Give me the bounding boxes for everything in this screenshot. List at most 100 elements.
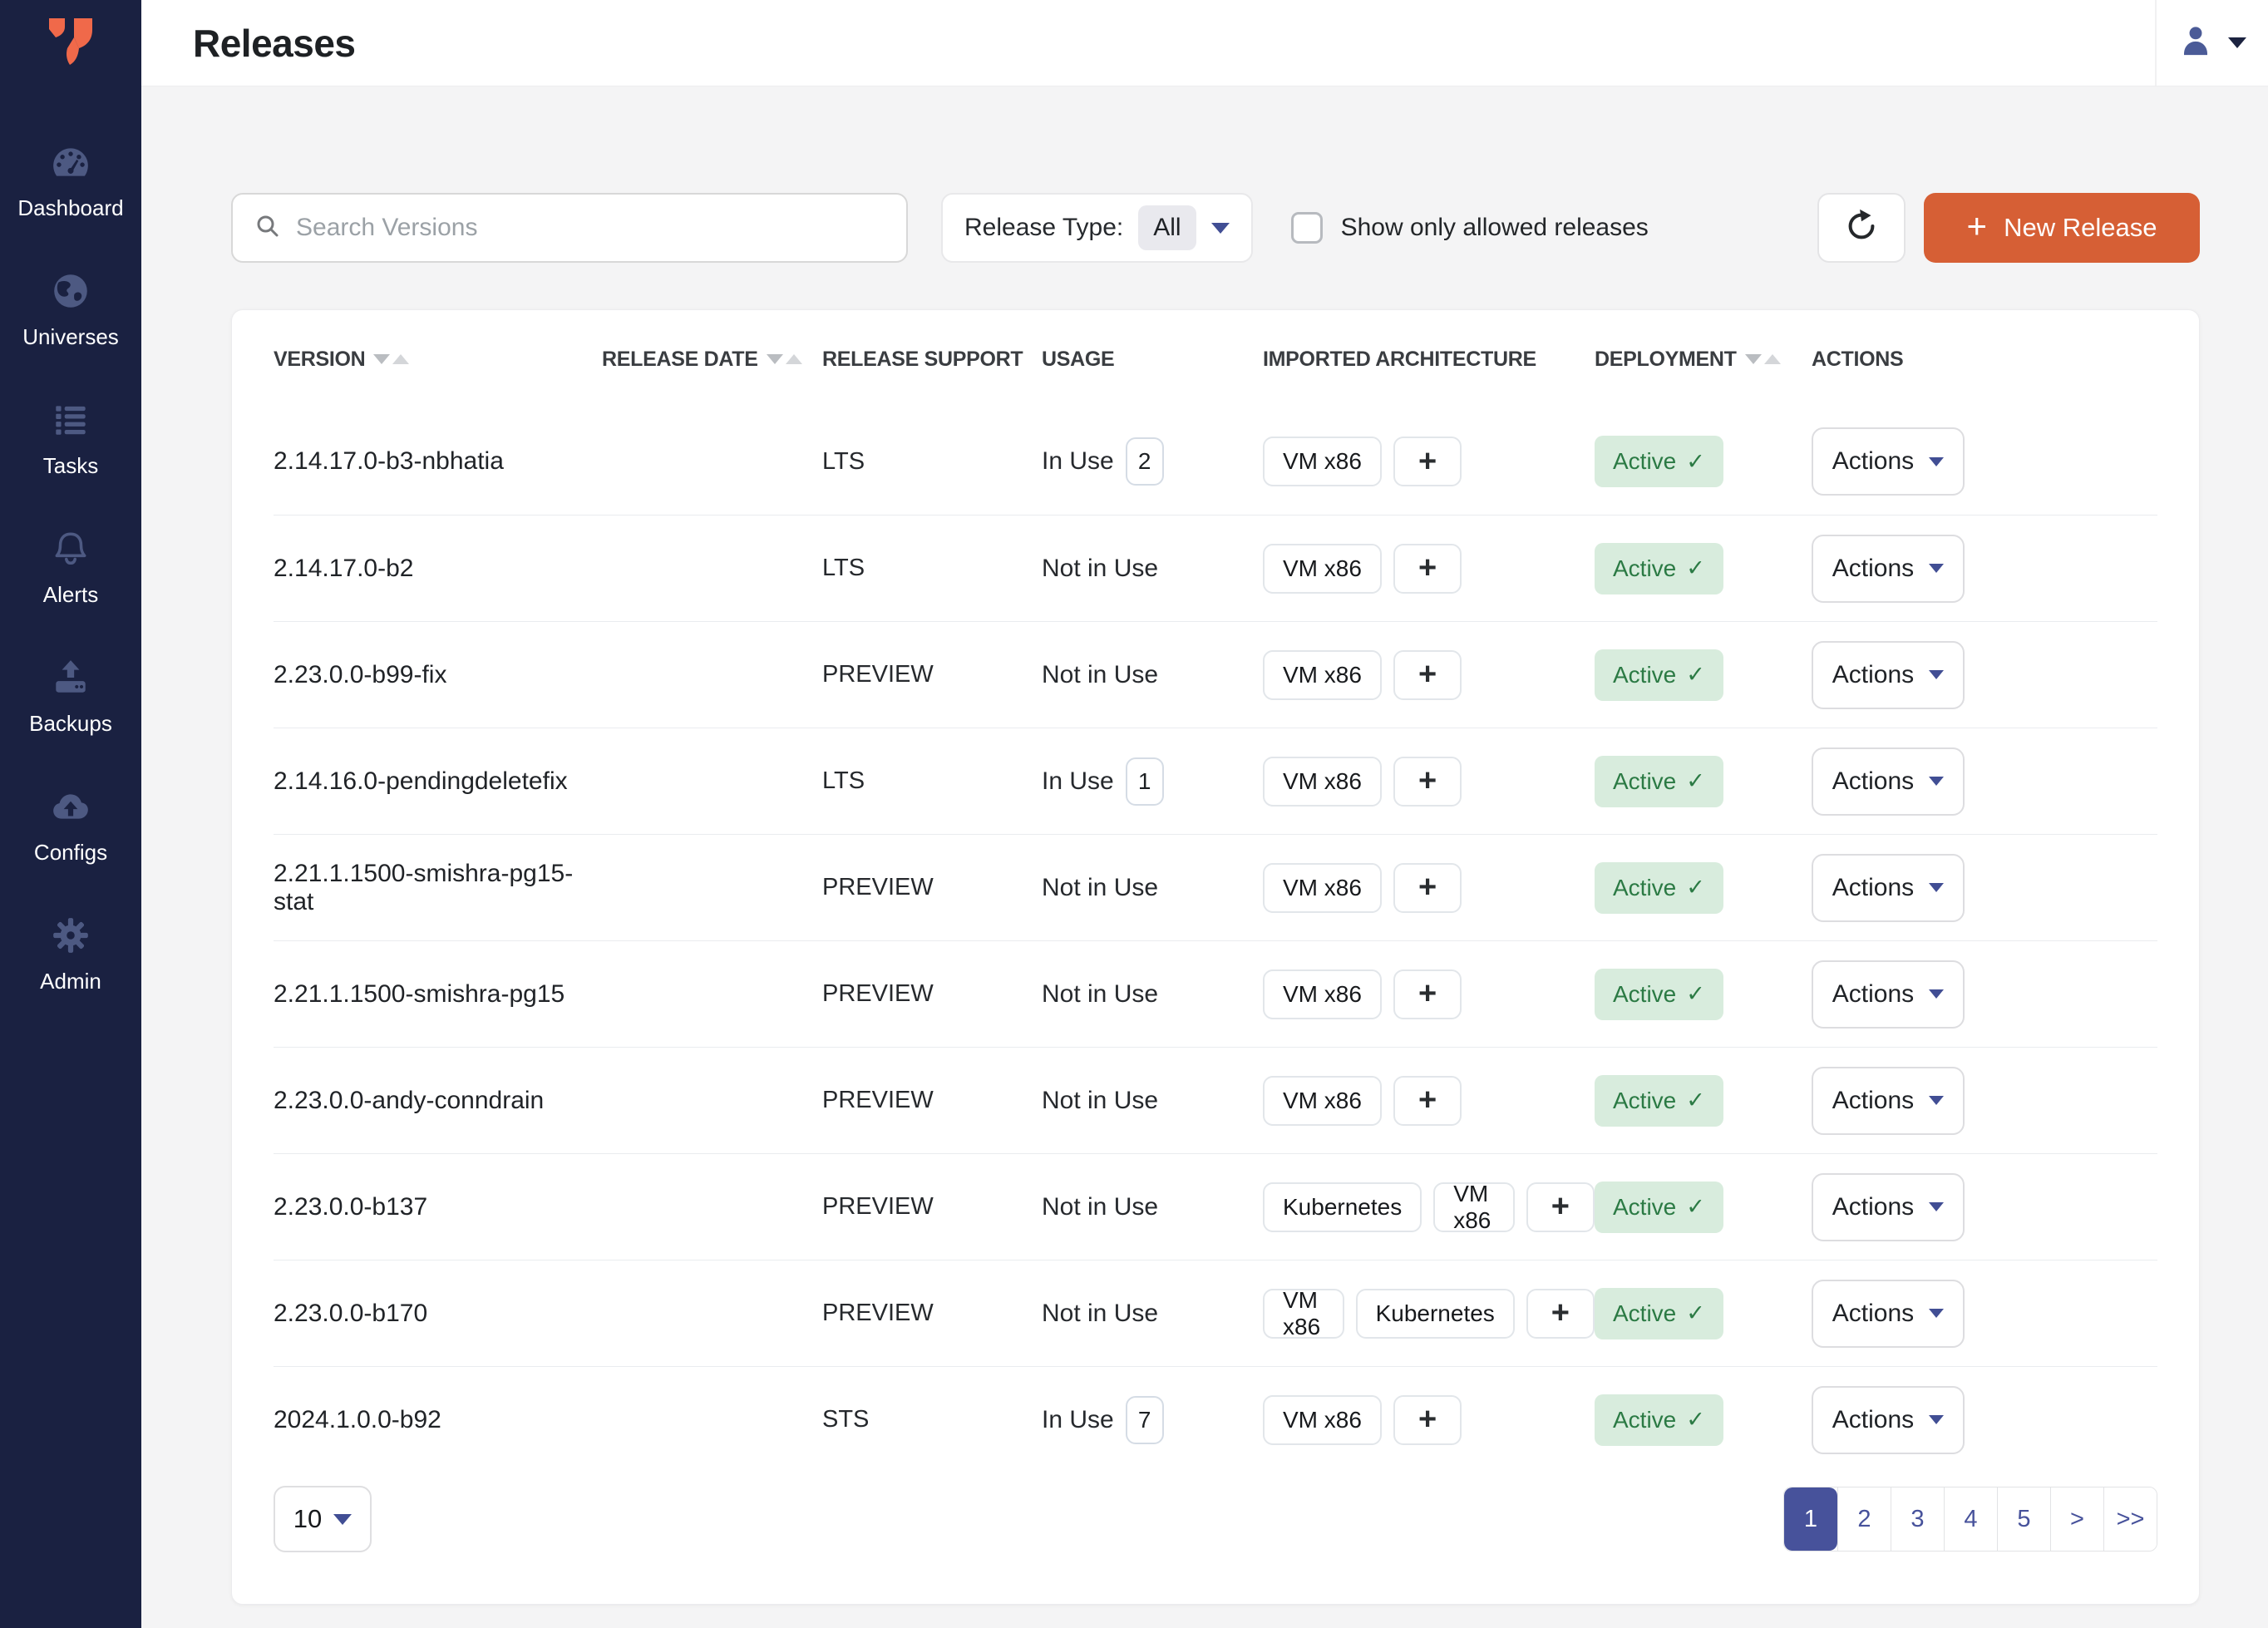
deployment-cell: Active ✓ <box>1595 1288 1812 1339</box>
actions-button[interactable]: Actions <box>1812 1067 1965 1135</box>
usage-text: Not in Use <box>1042 980 1158 1009</box>
release-support-text: PREVIEW <box>822 874 1042 901</box>
deployment-status-badge: Active ✓ <box>1595 1394 1723 1446</box>
deployment-cell: Active ✓ <box>1595 1394 1812 1446</box>
architecture-cell: VM x86 + <box>1263 437 1595 486</box>
add-architecture-button[interactable]: + <box>1526 1289 1595 1339</box>
architecture-chip: VM x86 <box>1433 1182 1515 1232</box>
add-architecture-button[interactable]: + <box>1393 437 1462 486</box>
architecture-chip: Kubernetes <box>1263 1182 1422 1232</box>
architecture-cell: Kubernetes VM x86 + <box>1263 1182 1595 1232</box>
sidebar-item-universes[interactable]: Universes <box>0 245 141 374</box>
sort-icon <box>373 354 409 364</box>
column-header-release-date[interactable]: RELEASE DATE <box>602 348 822 372</box>
sidebar-item-label: Admin <box>40 969 101 994</box>
deployment-cell: Active ✓ <box>1595 1075 1812 1127</box>
usage-cell: Not in Use <box>1042 555 1263 583</box>
actions-button[interactable]: Actions <box>1812 535 1965 603</box>
sort-icon <box>767 354 802 364</box>
architecture-chip: VM x86 <box>1263 1395 1382 1445</box>
actions-button-label: Actions <box>1832 661 1914 689</box>
sidebar-item-admin[interactable]: Admin <box>0 890 141 1019</box>
bell-icon <box>50 528 91 574</box>
column-header-label: USAGE <box>1042 348 1114 372</box>
add-architecture-button[interactable]: + <box>1393 544 1462 594</box>
actions-cell: Actions <box>1812 747 2157 816</box>
search-input[interactable] <box>296 214 885 242</box>
add-architecture-button[interactable]: + <box>1393 863 1462 913</box>
page-button[interactable]: 1 <box>1784 1487 1837 1551</box>
pagination: 1 2 3 4 5 > >> <box>1783 1487 2157 1552</box>
usage-cell: In Use 7 <box>1042 1396 1263 1444</box>
yugabyte-logo[interactable] <box>0 0 141 86</box>
release-support-text: PREVIEW <box>822 1300 1042 1327</box>
actions-button-label: Actions <box>1832 1406 1914 1434</box>
actions-button[interactable]: Actions <box>1812 1386 1965 1454</box>
actions-button[interactable]: Actions <box>1812 747 1965 816</box>
actions-button-label: Actions <box>1832 447 1914 476</box>
table-row: 2.21.1.1500-smishra-pg15 PREVIEW Not in … <box>274 940 2157 1047</box>
architecture-cell: VM x86 + <box>1263 650 1595 700</box>
sidebar-item-configs[interactable]: Configs <box>0 761 141 890</box>
deployment-status-badge: Active ✓ <box>1595 756 1723 807</box>
actions-button[interactable]: Actions <box>1812 427 1965 496</box>
table-row: 2.14.17.0-b2 LTS Not in Use VM x86 + Act… <box>274 515 2157 621</box>
deployment-status-text: Active <box>1613 1088 1676 1114</box>
column-header-version[interactable]: VERSION <box>274 348 602 372</box>
page-button[interactable]: 2 <box>1837 1487 1891 1551</box>
add-architecture-button[interactable]: + <box>1393 1076 1462 1126</box>
add-architecture-button[interactable]: + <box>1393 1395 1462 1445</box>
column-header-label: DEPLOYMENT <box>1595 348 1737 372</box>
sidebar-nav: Dashboard Universes Tasks <box>0 86 141 1019</box>
actions-button[interactable]: Actions <box>1812 1173 1965 1241</box>
show-only-allowed-checkbox[interactable] <box>1291 212 1323 244</box>
column-header-deployment[interactable]: DEPLOYMENT <box>1595 348 1812 372</box>
sidebar-item-backups[interactable]: Backups <box>0 632 141 761</box>
add-architecture-button[interactable]: + <box>1393 650 1462 700</box>
sidebar-item-label: Universes <box>22 324 119 350</box>
version-text: 2.21.1.1500-smishra-pg15 <box>274 980 602 1009</box>
page-size-dropdown[interactable]: 10 <box>274 1486 372 1552</box>
architecture-chip: VM x86 <box>1263 1076 1382 1126</box>
page-button[interactable]: >> <box>2103 1487 2157 1551</box>
actions-button[interactable]: Actions <box>1812 854 1965 922</box>
check-icon: ✓ <box>1686 768 1705 794</box>
chevron-down-icon <box>1929 457 1944 466</box>
release-support-text: PREVIEW <box>822 980 1042 1008</box>
sidebar-item-alerts[interactable]: Alerts <box>0 503 141 632</box>
column-header-usage: USAGE <box>1042 348 1263 372</box>
usage-text: Not in Use <box>1042 661 1158 689</box>
add-architecture-button[interactable]: + <box>1526 1182 1595 1232</box>
page-button[interactable]: > <box>2050 1487 2103 1551</box>
page-button[interactable]: 3 <box>1891 1487 1944 1551</box>
user-menu[interactable] <box>2155 0 2268 86</box>
add-architecture-button[interactable]: + <box>1393 757 1462 807</box>
sidebar-item-dashboard[interactable]: Dashboard <box>0 116 141 245</box>
table-row: 2024.1.0.0-b92 STS In Use 7 VM x86 + Act… <box>274 1366 2157 1473</box>
show-only-allowed-label: Show only allowed releases <box>1341 214 1649 242</box>
release-type-dropdown[interactable]: Release Type: All <box>941 193 1253 263</box>
new-release-button[interactable]: + New Release <box>1924 193 2200 263</box>
sidebar-item-tasks[interactable]: Tasks <box>0 374 141 503</box>
release-type-label: Release Type: <box>964 214 1123 242</box>
chevron-down-icon <box>1929 989 1944 999</box>
deployment-cell: Active ✓ <box>1595 649 1812 701</box>
page-title: Releases <box>193 21 356 66</box>
actions-button-label: Actions <box>1832 555 1914 583</box>
refresh-button[interactable] <box>1817 193 1906 263</box>
release-support-text: PREVIEW <box>822 1193 1042 1221</box>
page-button[interactable]: 4 <box>1944 1487 1997 1551</box>
add-architecture-button[interactable]: + <box>1393 969 1462 1019</box>
page-button[interactable]: 5 <box>1997 1487 2050 1551</box>
actions-button[interactable]: Actions <box>1812 1280 1965 1348</box>
version-text: 2.23.0.0-b99-fix <box>274 661 602 689</box>
usage-text: In Use <box>1042 1406 1114 1434</box>
table-header-row: VERSION RELEASE DATE RELEASE SUPPORT USA… <box>274 310 2157 408</box>
usage-text: In Use <box>1042 767 1114 796</box>
actions-button[interactable]: Actions <box>1812 641 1965 709</box>
architecture-chip: VM x86 <box>1263 1289 1344 1339</box>
main-content: Release Type: All Show only allowed rele… <box>141 86 2268 1628</box>
architecture-cell: VM x86 + <box>1263 757 1595 807</box>
chevron-down-icon <box>1929 883 1944 892</box>
actions-button[interactable]: Actions <box>1812 960 1965 1029</box>
